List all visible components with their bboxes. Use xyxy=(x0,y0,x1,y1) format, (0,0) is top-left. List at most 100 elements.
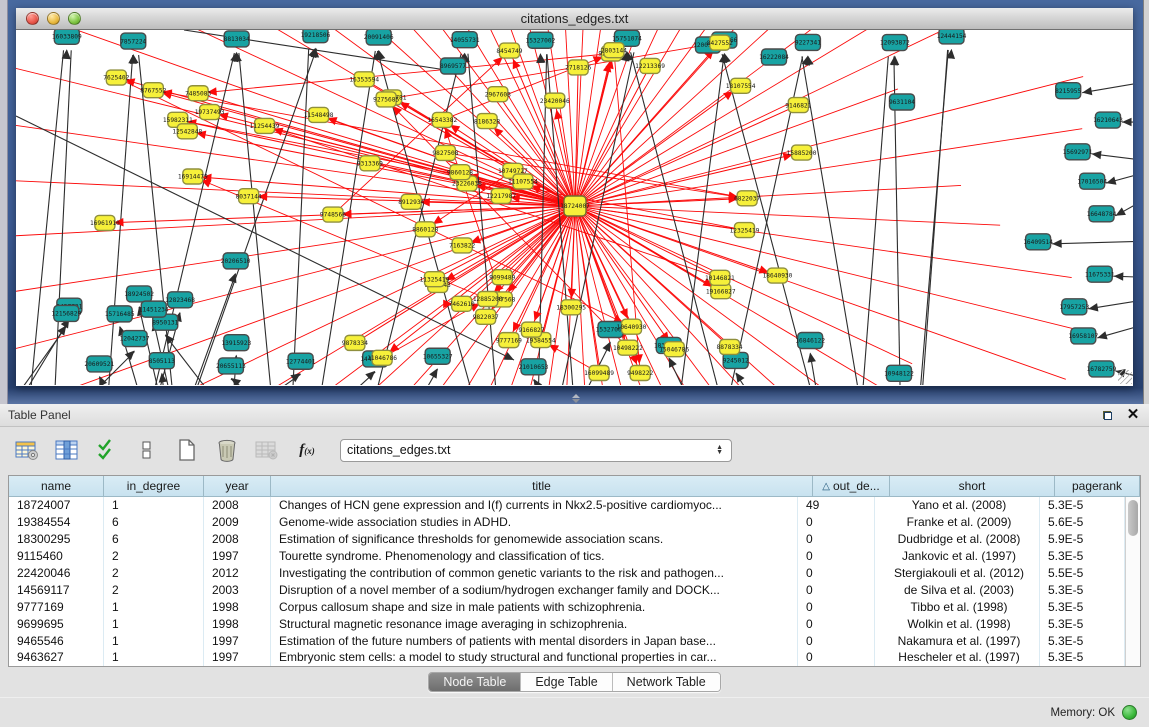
graph-node[interactable]: 12823468 xyxy=(165,292,195,308)
graph-node[interactable]: 14055731 xyxy=(450,32,480,48)
tab-edge-table[interactable]: Edge Table xyxy=(521,673,612,691)
graph-node[interactable]: 10655327 xyxy=(423,348,453,364)
graph-node[interactable]: 9275685 xyxy=(373,92,399,107)
graph-node[interactable]: 16353594 xyxy=(349,72,379,87)
graph-node[interactable]: 8454749 xyxy=(496,43,522,58)
graph-node[interactable]: 8878334 xyxy=(717,339,743,354)
graph-node[interactable]: 9777169 xyxy=(496,333,522,348)
graph-node[interactable]: 8912934 xyxy=(398,194,424,209)
graph-node[interactable]: 7163822 xyxy=(449,238,475,253)
graph-node[interactable]: 16210643 xyxy=(1093,112,1123,128)
graph-node[interactable]: 8427552 xyxy=(707,35,733,50)
graph-node[interactable]: 11675331 xyxy=(1085,266,1115,282)
graph-node[interactable]: 6822037 xyxy=(734,191,760,206)
graph-node[interactable]: 11548498 xyxy=(304,107,334,122)
graph-node[interactable]: 8860128 xyxy=(412,222,438,237)
column-header-name[interactable]: name xyxy=(9,476,104,496)
column-header-year[interactable]: year xyxy=(204,476,271,496)
graph-node[interactable]: 9166827 xyxy=(518,322,544,337)
graph-node[interactable]: 7462610 xyxy=(449,296,475,311)
column-header-out_de[interactable]: △out_de... xyxy=(813,476,890,496)
graph-node[interactable]: 23420046 xyxy=(540,93,570,108)
graph-node[interactable]: 9146821 xyxy=(785,98,811,113)
graph-node[interactable]: 20655113 xyxy=(216,358,246,374)
column-properties-icon[interactable] xyxy=(54,437,80,463)
merge-rows-icon[interactable] xyxy=(134,437,160,463)
graph-node[interactable]: 20091406 xyxy=(364,30,394,45)
network-graph-canvas[interactable]: 16033809 7857224 8813034 19218506 20091406 14… xyxy=(16,30,1133,385)
table-row[interactable]: 969969511998Structural magnetic resonanc… xyxy=(9,615,1125,632)
graph-node[interactable]: 9631104 xyxy=(889,94,915,110)
graph-node[interactable]: 18924502 xyxy=(124,286,154,302)
graph-node[interactable]: 17957253 xyxy=(1059,299,1089,315)
column-header-in_degree[interactable]: in_degree xyxy=(104,476,204,496)
graph-node[interactable]: 13915923 xyxy=(221,335,251,351)
delete-trash-icon[interactable] xyxy=(214,437,240,463)
graph-node[interactable]: 12325419 xyxy=(730,223,760,238)
graph-node[interactable]: 16846122 xyxy=(795,333,825,349)
graph-node[interactable]: 9313369 xyxy=(357,156,383,171)
graph-node[interactable]: 11451234 xyxy=(139,301,169,317)
window-resize-grip[interactable] xyxy=(1118,370,1132,384)
minimize-window-icon[interactable] xyxy=(47,12,60,25)
graph-node[interactable]: 9822037 xyxy=(473,309,499,324)
table-row[interactable]: 946362711997Embryonic stem cells: a mode… xyxy=(9,649,1125,666)
graph-node[interactable]: 18640930 xyxy=(763,268,793,283)
graph-node[interactable]: 16958107 xyxy=(1068,328,1098,344)
graph-node[interactable]: 7857224 xyxy=(120,33,146,49)
tab-node-table[interactable]: Node Table xyxy=(429,673,521,691)
new-document-icon[interactable] xyxy=(174,437,200,463)
graph-node[interactable]: 16222084 xyxy=(759,49,789,65)
table-scrollbar[interactable] xyxy=(1125,497,1140,666)
table-row[interactable]: 1830029562008Estimation of significance … xyxy=(9,531,1125,548)
table-selector-dropdown[interactable]: citations_edges.txt ▲▼ xyxy=(340,439,732,462)
select-all-icon[interactable] xyxy=(94,437,120,463)
graph-node[interactable]: 12774401 xyxy=(286,353,316,369)
close-panel-icon[interactable]: ✕ xyxy=(1125,408,1141,422)
table-row[interactable]: 1872400712008Changes of HCN gene express… xyxy=(9,497,1125,514)
graph-node[interactable]: 12213369 xyxy=(635,58,665,73)
graph-node[interactable]: 8969577 xyxy=(440,58,466,74)
table-row[interactable]: 1938455462009Genome-wide association stu… xyxy=(9,514,1125,531)
graph-node[interactable]: 8505113 xyxy=(149,353,175,369)
zoom-window-icon[interactable] xyxy=(68,12,81,25)
graph-node[interactable]: 12444154 xyxy=(937,30,967,44)
graph-node[interactable]: 19218506 xyxy=(301,30,331,43)
graph-node[interactable]: 16409514 xyxy=(1023,234,1053,250)
window-titlebar[interactable]: citations_edges.txt xyxy=(16,8,1133,30)
graph-node[interactable]: 9099489 xyxy=(489,270,515,285)
graph-node[interactable]: 8813034 xyxy=(224,31,250,47)
graph-node[interactable]: 7485083 xyxy=(185,86,211,101)
graph-node[interactable]: 8215955 xyxy=(1055,83,1081,99)
graph-node[interactable]: 8037144 xyxy=(236,189,262,204)
graph-node[interactable]: 10948122 xyxy=(884,365,914,381)
column-header-short[interactable]: short xyxy=(890,476,1055,496)
tab-network-table[interactable]: Network Table xyxy=(613,673,720,691)
graph-node[interactable]: 2718126 xyxy=(565,60,591,75)
graph-node[interactable]: 9860128 xyxy=(447,165,473,180)
graph-node[interactable]: 16033809 xyxy=(52,30,82,44)
graph-node[interactable]: 16648784 xyxy=(1087,206,1117,222)
graph-node[interactable]: 2967608 xyxy=(485,87,511,102)
close-window-icon[interactable] xyxy=(26,12,39,25)
table-settings-icon[interactable] xyxy=(14,437,40,463)
graph-node[interactable]: 7625402 xyxy=(103,70,129,85)
scrollbar-thumb[interactable] xyxy=(1128,500,1138,536)
graph-node[interactable]: 9827508 xyxy=(432,145,458,160)
table-row[interactable]: 946554611997Estimation of the future num… xyxy=(9,632,1125,649)
graph-node[interactable]: 9227341 xyxy=(795,34,821,50)
graph-node[interactable]: 17016504 xyxy=(1077,173,1107,189)
table-row[interactable]: 911546021997Tourette syndrome. Phenomeno… xyxy=(9,548,1125,565)
graph-node[interactable]: 16961910 xyxy=(90,215,120,230)
graph-node[interactable]: 12042737 xyxy=(120,331,150,347)
graph-node[interactable]: 9878334 xyxy=(342,335,368,350)
column-header-title[interactable]: title xyxy=(271,476,813,496)
graph-node[interactable]: 12093872 xyxy=(880,35,910,51)
graph-node[interactable]: 8767552 xyxy=(140,83,166,98)
table-row[interactable]: 2242004622012Investigating the contribut… xyxy=(9,565,1125,582)
graph-node[interactable]: 20206510 xyxy=(221,253,251,269)
graph-node[interactable]: 20609521 xyxy=(84,356,114,372)
graph-node[interactable]: 12156829 xyxy=(51,305,81,321)
panel-splitter-handle[interactable] xyxy=(570,394,582,403)
table-row[interactable]: 977716911998Corpus callosum shape and si… xyxy=(9,598,1125,615)
